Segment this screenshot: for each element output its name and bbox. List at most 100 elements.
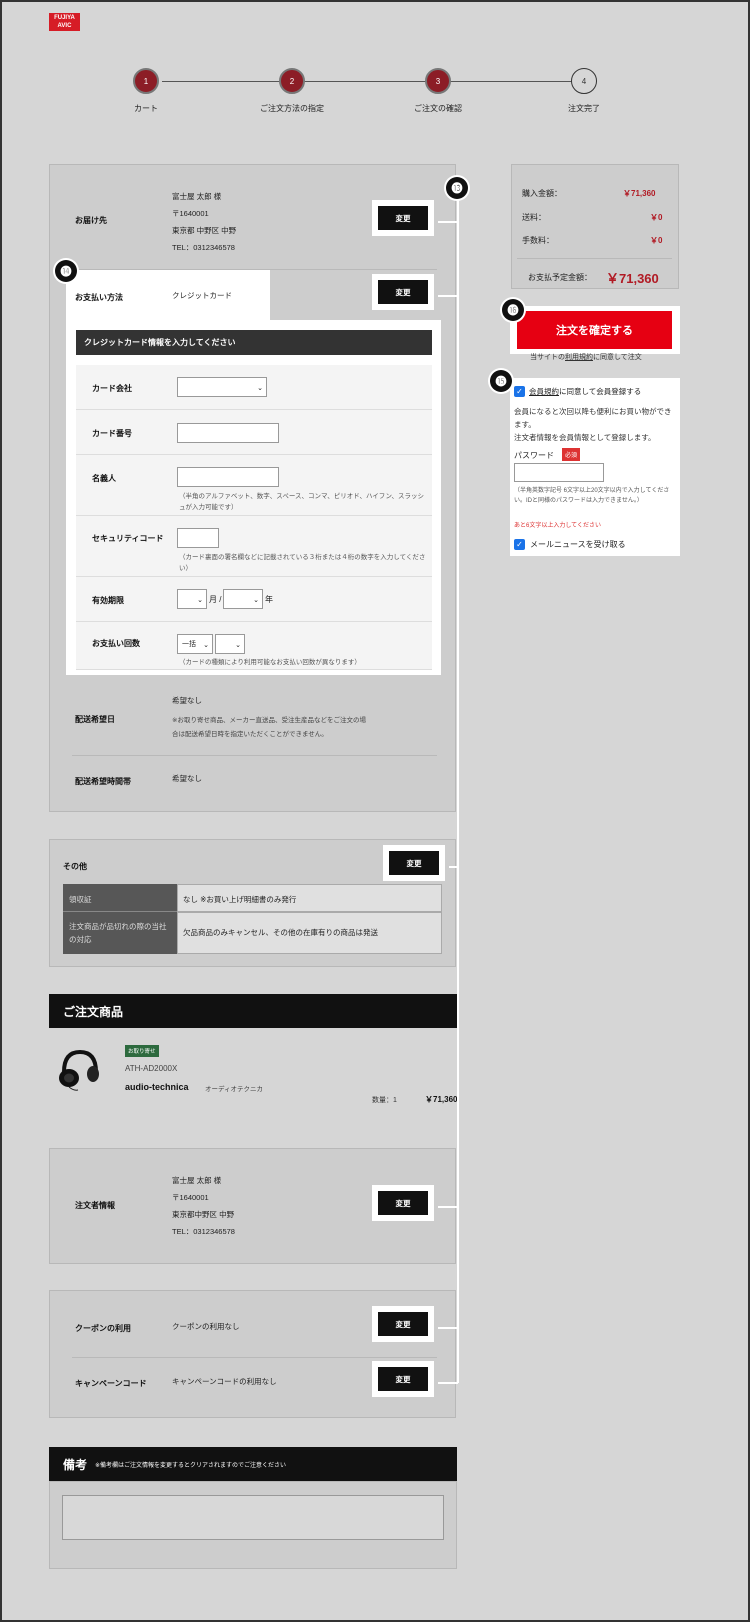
remarks-textarea[interactable]	[62, 1495, 444, 1540]
page-background: FUJIYA AVIC 1 2 3 4 カート ご注文方法の指定 ご注文の確認 …	[0, 0, 750, 1622]
other-row-2-value: 欠品商品のみキャンセル、その他の在庫有りの商品は発送	[183, 928, 378, 937]
expiry-year-select[interactable]: ⌄	[223, 589, 263, 609]
orderer-tel: TEL：0312346578	[172, 1227, 235, 1236]
total-label: お支払予定金額：	[528, 273, 592, 282]
annotation-connector	[438, 1327, 458, 1329]
security-code-input[interactable]	[177, 528, 219, 548]
logo-line1: FUJIYA	[54, 15, 75, 21]
campaign-change-frame: 変更	[372, 1361, 434, 1397]
campaign-change-button[interactable]: 変更	[378, 1367, 428, 1391]
step-3-circle: 3	[425, 68, 451, 94]
coupon-change-button[interactable]: 変更	[378, 1312, 428, 1336]
card-holder-row: 名義人 （半角のアルファベット、数字、スペース、コンマ、ピリオド、ハイフン、スラ…	[76, 455, 432, 516]
remarks-header: 備考 ※備考欄はご注文情報を変更するとクリアされますのでご注意ください	[49, 1447, 457, 1481]
coupon-label: クーポンの利用	[75, 1324, 131, 1333]
card-company-row: カード会社 ⌄	[76, 365, 432, 410]
orderer-zip: 〒1640001	[172, 1193, 209, 1202]
delivery-zip: 〒1640001	[172, 209, 209, 218]
installments-row: お支払い回数 一括 ⌄ ⌄ （カードの種類により利用可能なお支払い回数が異なります…	[76, 622, 432, 670]
fujiya-avic-logo[interactable]: FUJIYA AVIC	[49, 13, 80, 31]
required-badge: 必須	[562, 448, 581, 461]
payment-change-button[interactable]: 変更	[378, 280, 428, 304]
orderer-change-button[interactable]: 変更	[378, 1191, 428, 1215]
other-row-1-value: なし ※お買い上げ明細書のみ発行	[183, 895, 297, 904]
chevron-down-icon: ⌄	[197, 597, 203, 604]
headphones-product-image[interactable]	[54, 1044, 102, 1092]
orderer-address: 東京都中野区 中野	[172, 1210, 235, 1219]
member-agree-label: 会員規約に同意して会員登録する	[529, 387, 642, 396]
annotation-marker-15: ⓯	[488, 368, 514, 394]
expiry-month-select[interactable]: ⌄	[177, 589, 207, 609]
availability-badge: お取り寄せ	[125, 1045, 159, 1057]
member-description-2: 注文者情報を会員情報として登録します。	[514, 433, 656, 442]
coupon-change-frame: 変更	[372, 1306, 434, 1342]
expiry-label: 有効期限	[92, 596, 124, 605]
installments-label: お支払い回数	[92, 639, 140, 648]
delivery-date-note: ※お取り寄せ商品、メーカー直送品、受注生産品などをご注文の場合は配送希望日時を指…	[172, 717, 366, 738]
card-number-label: カード番号	[92, 429, 132, 438]
expiry-row: 有効期限 ⌄ 月 / ⌄ 年	[76, 577, 432, 622]
step-1-label: カート	[134, 104, 158, 113]
other-row-1-label: 領収証	[69, 895, 92, 904]
installments-select[interactable]: 一括 ⌄	[177, 634, 213, 654]
card-holder-label: 名義人	[92, 474, 116, 483]
member-agree-checkbox[interactable]: ✓	[514, 386, 525, 397]
annotation-connector	[438, 1206, 458, 1208]
delivery-change-frame: 変更	[372, 200, 434, 236]
shipping-label: 送料：	[522, 213, 546, 222]
delivery-time-value: 希望なし	[172, 774, 202, 783]
password-label: パスワード	[514, 451, 554, 460]
divider	[72, 755, 437, 756]
annotation-connector	[449, 866, 458, 868]
product-brand-kana: オーディオテクニカ	[205, 1086, 264, 1093]
payment-change-frame: 変更	[372, 274, 434, 310]
card-number-row: カード番号	[76, 410, 432, 455]
payment-label: お支払い方法	[75, 293, 123, 302]
product-brand: audio-technica	[125, 1082, 189, 1092]
password-input[interactable]	[514, 463, 604, 482]
newsletter-label: メールニュースを受け取る	[530, 540, 626, 549]
step-2-label: ご注文方法の指定	[260, 104, 324, 113]
chevron-down-icon: ⌄	[203, 642, 209, 649]
step-2-circle: 2	[279, 68, 305, 94]
member-terms-link[interactable]: 会員規約	[529, 387, 559, 396]
chevron-down-icon: ⌄	[257, 385, 263, 392]
fee-label: 手数料：	[522, 236, 554, 245]
delivery-label: お届け先	[75, 216, 107, 225]
payment-value: クレジットカード	[172, 291, 232, 300]
newsletter-checkbox[interactable]: ✓	[514, 539, 525, 550]
product-model[interactable]: ATH-AD2000X	[125, 1064, 177, 1073]
delivery-tel: TEL：0312346578	[172, 243, 235, 252]
shipping-value: ￥0	[650, 213, 663, 222]
card-holder-note: （半角のアルファベット、数字、スペース、コンマ、ピリオド、ハイフン、スラッシュが…	[179, 493, 425, 511]
step-4-circle: 4	[571, 68, 597, 94]
card-holder-input[interactable]	[177, 467, 279, 487]
security-code-row: セキュリティコード （カード裏面の署名欄などに記載されている３桁または４桁の数字…	[76, 516, 432, 577]
card-form-header: クレジットカード情報を入力してください	[76, 330, 432, 355]
delivery-date-value: 希望なし	[172, 696, 202, 705]
annotation-connector	[438, 221, 458, 223]
subtotal-label: 購入金額：	[522, 189, 562, 198]
security-code-label: セキュリティコード	[92, 534, 164, 543]
delivery-name: 富士屋 太郎 様	[172, 192, 222, 201]
orderer-name: 富士屋 太郎 様	[172, 1176, 222, 1185]
card-number-input[interactable]	[177, 423, 279, 443]
annotation-marker-13: ⓭	[444, 175, 470, 201]
delivery-address-block: 富士屋 太郎 様 〒1640001 東京都 中野区 中野 TEL：0312346…	[172, 188, 236, 256]
orderer-label: 注文者情報	[75, 1201, 115, 1210]
other-change-frame: 変更	[383, 845, 445, 881]
divider	[517, 258, 672, 259]
card-company-select[interactable]: ⌄	[177, 377, 267, 397]
installments-count-select[interactable]: ⌄	[215, 634, 245, 654]
confirm-order-button[interactable]: 注文を確定する	[517, 311, 672, 349]
campaign-label: キャンペーンコード	[75, 1379, 147, 1388]
orderer-change-frame: 変更	[372, 1185, 434, 1221]
security-code-note: （カード裏面の署名欄などに記載されている３桁または４桁の数字を入力してください）	[179, 554, 426, 572]
remarks-note: ※備考欄はご注文情報を変更するとクリアされますのでご注意ください	[95, 1462, 287, 1469]
annotation-connector	[438, 295, 458, 297]
other-change-button[interactable]: 変更	[389, 851, 439, 875]
terms-link[interactable]: 利用規約	[565, 354, 593, 361]
ordered-items-header: ご注文商品	[49, 994, 457, 1028]
annotation-connector	[438, 1382, 458, 1384]
delivery-change-button[interactable]: 変更	[378, 206, 428, 230]
